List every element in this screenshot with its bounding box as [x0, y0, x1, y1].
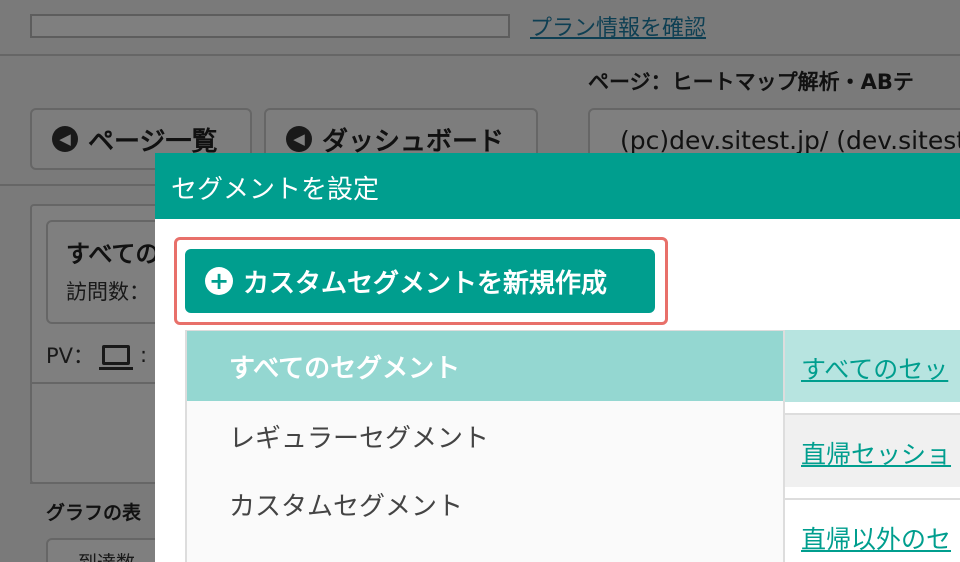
- segment-settings-modal: セグメントを設定 + カスタムセグメントを新規作成 すべてのセグメント レギュラ…: [155, 153, 960, 562]
- plus-circle-icon: +: [205, 267, 233, 295]
- category-label: レギュラーセグメント: [229, 423, 490, 454]
- segment-row: すべてのセッ: [785, 330, 960, 402]
- modal-title: セグメントを設定: [171, 175, 380, 205]
- segment-link[interactable]: 直帰以外のセ: [801, 525, 951, 554]
- segment-link[interactable]: 直帰セッショ: [801, 440, 951, 469]
- segment-row: 直帰以外のセ: [785, 500, 960, 562]
- segment-row: 直帰セッショ: [785, 415, 960, 487]
- category-label: カスタムセグメント: [229, 491, 464, 522]
- segment-link[interactable]: すべてのセッ: [801, 355, 948, 384]
- category-all-segments[interactable]: すべてのセグメント: [187, 331, 783, 401]
- category-regular-segments[interactable]: レギュラーセグメント: [187, 401, 783, 471]
- create-custom-segment-button[interactable]: + カスタムセグメントを新規作成: [185, 249, 655, 313]
- category-label: すべてのセグメント: [229, 353, 461, 384]
- category-custom-segments[interactable]: カスタムセグメント: [187, 469, 783, 539]
- create-custom-segment-label: カスタムセグメントを新規作成: [243, 268, 608, 299]
- modal-header: セグメントを設定: [155, 153, 960, 219]
